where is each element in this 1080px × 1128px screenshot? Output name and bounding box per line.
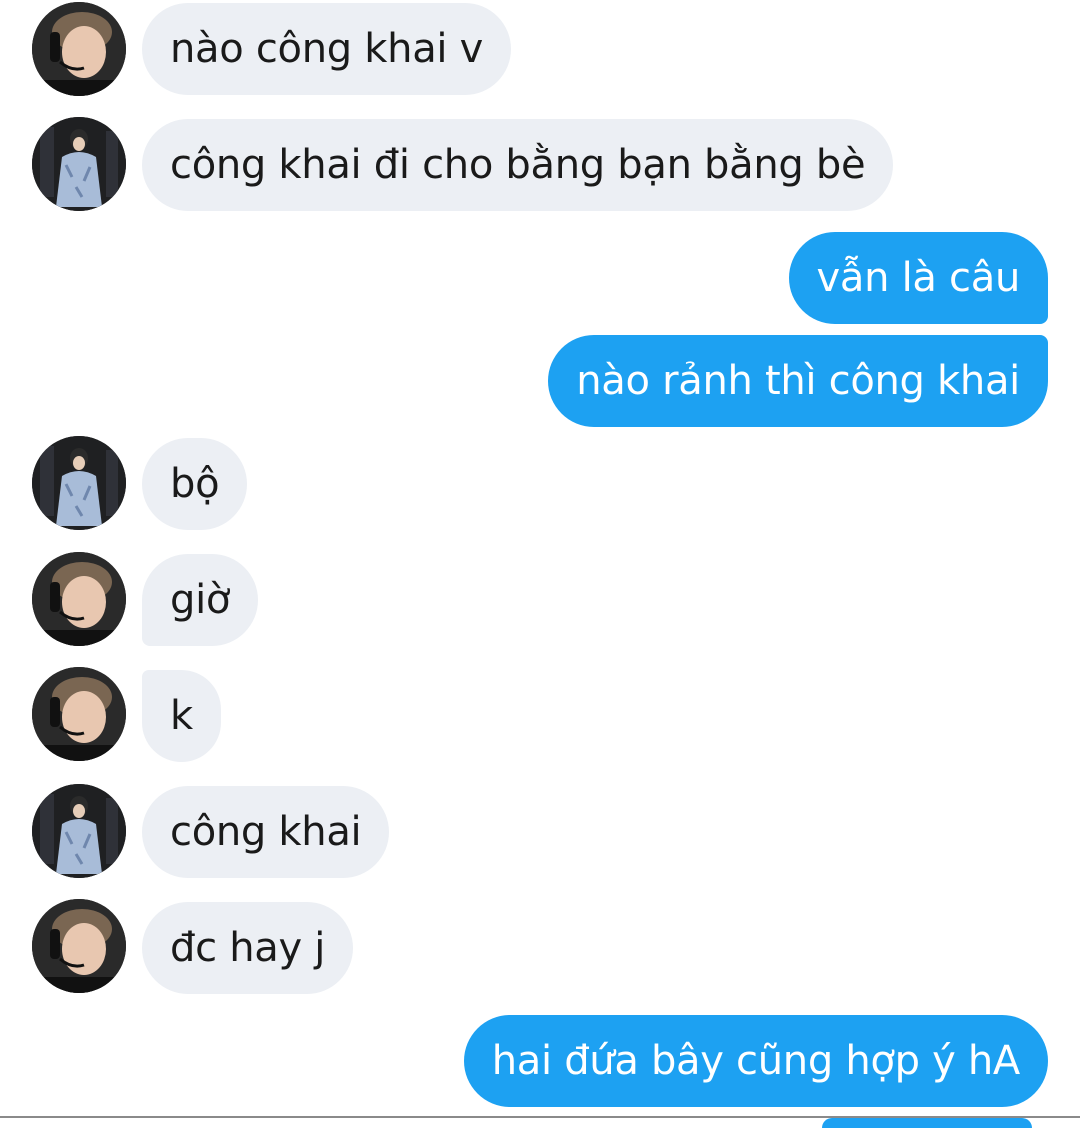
headset-boy-avatar-icon — [32, 899, 126, 993]
avatar[interactable] — [32, 117, 126, 211]
message-bubble-outgoing[interactable]: vẫn là câu — [788, 232, 1048, 324]
headset-boy-avatar-icon — [32, 552, 126, 646]
message-bubble-incoming[interactable]: đc hay j — [142, 902, 354, 994]
message-bubble-incoming[interactable]: công khai — [142, 786, 390, 878]
headset-boy-avatar-icon — [32, 2, 126, 96]
avatar[interactable] — [32, 552, 126, 646]
headset-boy-avatar-icon — [32, 667, 126, 761]
message-bubble-incoming[interactable]: bộ — [142, 438, 248, 530]
message-bubble-incoming[interactable]: giờ — [142, 554, 259, 646]
avatar[interactable] — [32, 436, 126, 530]
message-bubble-incoming[interactable]: k — [142, 670, 221, 762]
message-bubble-outgoing-partial[interactable] — [822, 1118, 1032, 1128]
avatar[interactable] — [32, 899, 126, 993]
message-bubble-incoming[interactable]: công khai đi cho bằng bạn bằng bè — [142, 119, 894, 211]
denim-jacket-boy-avatar-icon — [32, 784, 126, 878]
avatar[interactable] — [32, 667, 126, 761]
message-bubble-outgoing[interactable]: hai đứa bây cũng hợp ý hA — [463, 1015, 1048, 1107]
avatar[interactable] — [32, 784, 126, 878]
message-bubble-incoming[interactable]: nào công khai v — [142, 3, 512, 95]
avatar[interactable] — [32, 2, 126, 96]
denim-jacket-boy-avatar-icon — [32, 117, 126, 211]
denim-jacket-boy-avatar-icon — [32, 436, 126, 530]
message-bubble-outgoing[interactable]: nào rảnh thì công khai — [548, 335, 1048, 427]
